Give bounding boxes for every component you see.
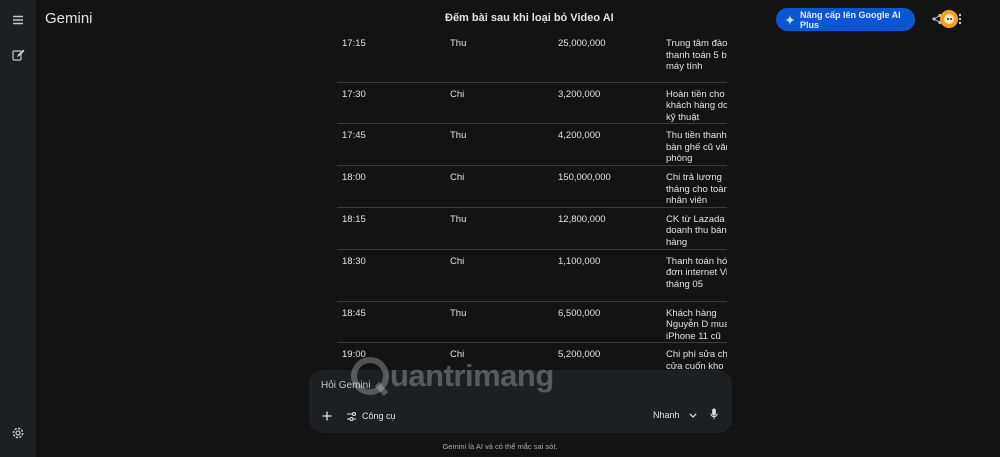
cell-type: Chi bbox=[450, 172, 465, 184]
cell-description: CK từ Lazada cho doanh thu bán hàng bbox=[666, 213, 727, 249]
avatar-eye-right bbox=[950, 18, 952, 20]
cell-amount: 1,100,000 bbox=[558, 255, 601, 267]
brand-title[interactable]: Gemini bbox=[45, 10, 93, 27]
cell-type: Thu bbox=[450, 130, 467, 142]
table-row: 18:30 Chi 1,100,000 Thanh toán hóa đơn i… bbox=[337, 249, 727, 302]
table-row: 18:15 Thu 12,800,000 CK từ Lazada cho do… bbox=[337, 207, 727, 250]
upgrade-button[interactable]: Nâng cấp lên Google AI Plus bbox=[776, 8, 915, 31]
sparkle-icon bbox=[785, 14, 795, 25]
cell-time: 18:15 bbox=[342, 213, 366, 225]
conversation-title: Đếm bài sau khi loại bỏ Video AI bbox=[445, 12, 614, 24]
table-row: 17:45 Thu 4,200,000 Thu tiền thanh lý bà… bbox=[337, 124, 727, 166]
new-chat-icon[interactable] bbox=[6, 43, 30, 67]
cell-time: 17:45 bbox=[342, 130, 366, 142]
mode-label: Nhanh bbox=[653, 410, 680, 420]
cell-type: Thu bbox=[450, 38, 467, 49]
side-rail bbox=[0, 0, 36, 457]
cell-time: 18:30 bbox=[342, 255, 366, 267]
table-row: 17:30 Chi 3,200,000 Hoàn tiền cho khách … bbox=[337, 82, 727, 124]
tools-label: Công cụ bbox=[362, 411, 396, 421]
cell-type: Thu bbox=[450, 213, 467, 225]
cell-description: Hoàn tiền cho khách hàng do lỗi kỹ thuật bbox=[666, 88, 727, 123]
cell-description: Khách hàng Nguyễn D mua iPhone 11 cũ bbox=[666, 307, 727, 342]
table-row: 18:45 Thu 6,500,000 Khách hàng Nguyễn D … bbox=[337, 301, 727, 343]
cell-time: 17:15 bbox=[342, 38, 366, 49]
table-row: 17:15 Thu 25,000,000 Trung tâm đào tạo t… bbox=[337, 32, 727, 82]
prompt-composer: Hỏi Gemini Công cụ Nhanh bbox=[309, 370, 732, 433]
cell-type: Chi bbox=[450, 255, 465, 267]
avatar[interactable] bbox=[940, 10, 958, 28]
cell-amount: 12,800,000 bbox=[558, 213, 606, 225]
cell-type: Chi bbox=[450, 88, 465, 100]
mode-selector[interactable]: Nhanh bbox=[653, 407, 697, 423]
avatar-face bbox=[944, 14, 954, 24]
prompt-input[interactable]: Hỏi Gemini bbox=[321, 380, 370, 391]
avatar-eye-left bbox=[947, 18, 949, 20]
mic-icon[interactable] bbox=[704, 404, 724, 424]
plus-icon[interactable] bbox=[317, 406, 337, 426]
cell-amount: 4,200,000 bbox=[558, 130, 601, 142]
cell-description: Thu tiền thanh lý bàn ghế cũ văn phòng bbox=[666, 130, 727, 165]
transactions-table: 17:15 Thu 25,000,000 Trung tâm đào tạo t… bbox=[337, 32, 727, 377]
cell-amount: 25,000,000 bbox=[558, 38, 606, 49]
cell-amount: 6,500,000 bbox=[558, 307, 601, 319]
menu-icon[interactable] bbox=[6, 8, 30, 32]
cell-amount: 3,200,000 bbox=[558, 88, 601, 100]
chevron-down-icon bbox=[688, 412, 697, 418]
cell-type: Thu bbox=[450, 307, 467, 319]
tools-button[interactable]: Công cụ bbox=[346, 407, 396, 425]
cell-amount: 150,000,000 bbox=[558, 172, 611, 184]
table-row: 18:00 Chi 150,000,000 Chi trả lương thán… bbox=[337, 166, 727, 208]
upgrade-label: Nâng cấp lên Google AI Plus bbox=[800, 9, 901, 30]
cell-time: 18:45 bbox=[342, 307, 366, 319]
cell-description: Chi trả lương tháng cho toàn bộ nhân viê… bbox=[666, 172, 727, 207]
disclaimer: Gemini là AI và có thể mắc sai sót. bbox=[442, 442, 558, 451]
cell-description: Trung tâm đào tạo thanh toán 5 bộ máy tí… bbox=[666, 38, 727, 73]
cell-description: Thanh toán hóa đơn internet Viettel thán… bbox=[666, 255, 727, 290]
cell-time: 17:30 bbox=[342, 88, 366, 100]
cell-time: 18:00 bbox=[342, 172, 366, 184]
tools-icon bbox=[347, 411, 357, 421]
